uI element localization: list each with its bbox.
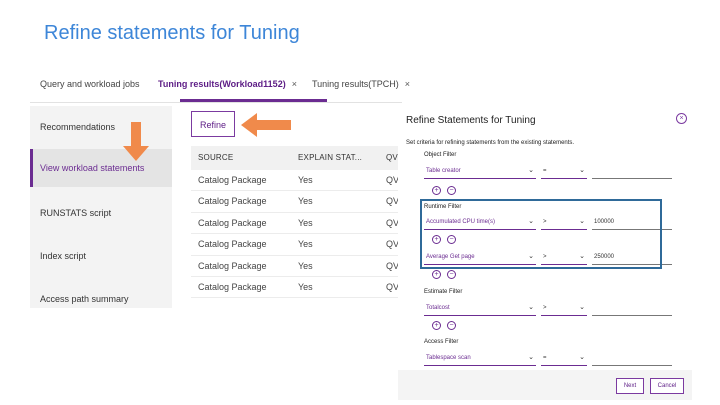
statements-table: SOURCE EXPLAIN STAT... QV Catalog Packag… xyxy=(191,146,399,299)
object-filter-field-select[interactable]: Table creator ⌄ xyxy=(424,165,536,179)
tab-label: Tuning results(TPCH) xyxy=(312,79,399,89)
cell-source: Catalog Package xyxy=(198,239,267,250)
cell-explain: Yes xyxy=(298,196,313,207)
chevron-down-icon: ⌄ xyxy=(579,354,585,361)
sidebar-item-recommendations[interactable]: Recommendations xyxy=(30,108,172,146)
cell-explain: Yes xyxy=(298,281,313,292)
access-filter-label: Access Filter xyxy=(424,339,459,345)
dialog-title: Refine Statements for Tuning xyxy=(406,115,536,126)
sidebar-item-index-script[interactable]: Index script xyxy=(30,237,172,275)
runtime-filter-highlight-box xyxy=(420,199,662,269)
slide-title: Refine statements for Tuning xyxy=(44,22,300,44)
select-value: = xyxy=(543,168,547,174)
sidebar-item-runstats-script[interactable]: RUNSTATS script xyxy=(30,194,172,232)
cell-explain: Yes xyxy=(298,260,313,271)
down-arrow-icon xyxy=(123,122,149,161)
add-row-plus-icon[interactable]: + xyxy=(432,186,441,195)
cell-explain: Yes xyxy=(298,217,313,228)
object-filter-operator-select[interactable]: = ⌄ xyxy=(541,165,587,179)
table-row[interactable]: Catalog Package Yes QV xyxy=(191,256,399,277)
estimate-filter-label: Estimate Filter xyxy=(424,289,463,295)
chevron-down-icon: ⌄ xyxy=(528,167,534,174)
close-icon[interactable]: × xyxy=(292,79,297,89)
dialog-footer: Next Cancel xyxy=(398,370,692,400)
sidebar: Recommendations View workload statements… xyxy=(30,106,172,308)
select-value: > xyxy=(543,305,547,311)
add-row-plus-icon[interactable]: + xyxy=(432,270,441,279)
tab-tuning-results-workload1152[interactable]: Tuning results(Workload1152) × xyxy=(158,79,297,89)
sidebar-item-access-path-summary[interactable]: Access path summary xyxy=(30,280,172,318)
remove-row-minus-icon[interactable]: − xyxy=(447,270,456,279)
table-row[interactable]: Catalog Package Yes QV xyxy=(191,191,399,213)
select-value: Totalcost xyxy=(426,305,450,311)
table-row[interactable]: Catalog Package Yes QV xyxy=(191,213,399,235)
dialog-description: Set criteria for refining statements fro… xyxy=(406,140,575,146)
estimate-filter-field-select[interactable]: Totalcost ⌄ xyxy=(424,302,536,316)
tab-tuning-results-tpch[interactable]: Tuning results(TPCH) × xyxy=(312,79,410,89)
access-filter-value-input[interactable] xyxy=(592,352,672,366)
tab-query-workload-jobs[interactable]: Query and workload jobs xyxy=(40,79,140,89)
table-row[interactable]: Catalog Package Yes QV xyxy=(191,170,399,192)
object-filter-value-input[interactable] xyxy=(592,165,672,179)
cell-source: Catalog Package xyxy=(198,175,267,185)
cell-source: Catalog Package xyxy=(198,260,267,271)
left-arrow-icon xyxy=(241,113,291,137)
table-header: SOURCE EXPLAIN STAT... QV xyxy=(191,146,399,170)
close-icon[interactable]: × xyxy=(676,113,687,124)
chevron-down-icon: ⌄ xyxy=(579,167,585,174)
select-value: Tablespace scan xyxy=(426,355,471,361)
cell-source: Catalog Package xyxy=(198,281,267,292)
select-value: = xyxy=(543,355,547,361)
chevron-down-icon: ⌄ xyxy=(579,304,585,311)
cell-source: Catalog Package xyxy=(198,217,267,228)
cell-source: Catalog Package xyxy=(198,196,267,207)
column-header-source[interactable]: SOURCE xyxy=(198,153,233,162)
access-filter-operator-select[interactable]: = ⌄ xyxy=(541,352,587,366)
select-value: Table creator xyxy=(426,168,461,174)
chevron-down-icon: ⌄ xyxy=(528,354,534,361)
estimate-filter-operator-select[interactable]: > ⌄ xyxy=(541,302,587,316)
object-filter-label: Object Filter xyxy=(424,152,457,158)
sidebar-item-view-workload-statements[interactable]: View workload statements xyxy=(30,149,172,187)
table-row[interactable]: Catalog Package Yes QV xyxy=(191,277,399,299)
next-button[interactable]: Next xyxy=(616,378,644,394)
chevron-down-icon: ⌄ xyxy=(528,304,534,311)
close-icon[interactable]: × xyxy=(405,79,410,89)
remove-row-minus-icon[interactable]: − xyxy=(447,186,456,195)
access-filter-field-select[interactable]: Tablespace scan ⌄ xyxy=(424,352,536,366)
active-tab-indicator xyxy=(180,99,327,102)
tab-bar: Query and workload jobs Tuning results(W… xyxy=(30,66,410,103)
table-row[interactable]: Catalog Package Yes QV xyxy=(191,234,399,256)
column-header-explain-stat[interactable]: EXPLAIN STAT... xyxy=(298,153,362,162)
column-header-qv[interactable]: QV xyxy=(386,153,398,162)
cancel-button[interactable]: Cancel xyxy=(650,378,684,394)
add-row-plus-icon[interactable]: + xyxy=(432,321,441,330)
refine-button[interactable]: Refine xyxy=(191,111,235,137)
tab-label: Query and workload jobs xyxy=(40,79,140,89)
cell-explain: Yes xyxy=(298,175,313,185)
tab-label: Tuning results(Workload1152) xyxy=(158,79,286,89)
estimate-filter-value-input[interactable] xyxy=(592,302,672,316)
cell-explain: Yes xyxy=(298,239,313,250)
remove-row-minus-icon[interactable]: − xyxy=(447,321,456,330)
